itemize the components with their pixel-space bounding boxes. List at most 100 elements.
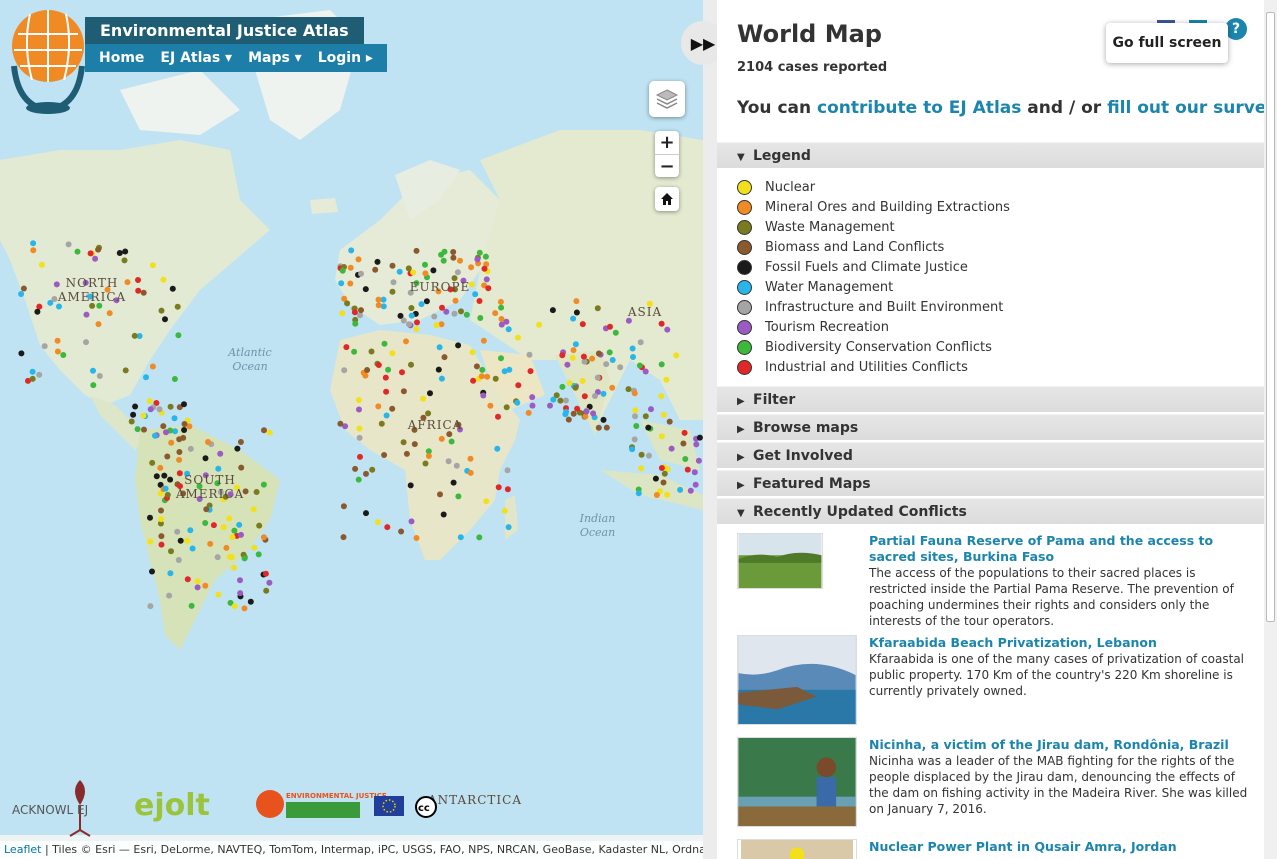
- conflict-marker[interactable]: [440, 257, 447, 264]
- conflict-marker[interactable]: [41, 343, 48, 350]
- conflict-marker[interactable]: [358, 307, 364, 314]
- conflict-title[interactable]: Nicinha, a victim of the Jirau dam, Rond…: [869, 737, 1252, 753]
- conflict-marker[interactable]: [427, 390, 433, 397]
- conflict-marker[interactable]: [344, 300, 351, 307]
- conflict-marker[interactable]: [408, 312, 415, 319]
- conflict-marker[interactable]: [238, 464, 245, 471]
- conflict-marker[interactable]: [549, 307, 556, 314]
- conflict-marker[interactable]: [441, 354, 448, 361]
- conflict-marker[interactable]: [636, 362, 643, 369]
- conflict-marker[interactable]: [658, 320, 665, 327]
- conflict-marker[interactable]: [450, 249, 457, 255]
- conflict-marker[interactable]: [515, 334, 521, 341]
- conflict-marker[interactable]: [658, 465, 665, 471]
- conflict-marker[interactable]: [147, 603, 154, 610]
- conflict-marker[interactable]: [455, 342, 462, 349]
- conflict-marker[interactable]: [536, 321, 543, 328]
- conflict-marker[interactable]: [559, 383, 566, 390]
- conflict-marker[interactable]: [229, 534, 236, 541]
- conflict-marker[interactable]: [56, 303, 62, 310]
- legend-item[interactable]: Nuclear: [737, 177, 815, 197]
- conflict-marker[interactable]: [454, 269, 461, 276]
- conflict-marker[interactable]: [664, 491, 671, 498]
- conflict-marker[interactable]: [181, 427, 188, 433]
- conflict-marker[interactable]: [223, 544, 230, 551]
- conflict-marker[interactable]: [565, 416, 572, 423]
- conflict-marker[interactable]: [480, 392, 487, 399]
- conflict-marker[interactable]: [134, 426, 141, 433]
- scrollbar-thumb[interactable]: [1266, 12, 1275, 622]
- conflict-marker[interactable]: [175, 557, 182, 563]
- conflict-marker[interactable]: [205, 439, 211, 445]
- conflict-marker[interactable]: [130, 411, 137, 418]
- conflict-marker[interactable]: [369, 466, 376, 473]
- conflict-marker[interactable]: [638, 451, 645, 458]
- conflict-marker[interactable]: [167, 570, 174, 577]
- conflict-marker[interactable]: [358, 270, 364, 277]
- conflict-marker[interactable]: [580, 353, 587, 360]
- conflict-marker[interactable]: [181, 421, 188, 427]
- conflict-marker[interactable]: [340, 503, 347, 510]
- conflict-marker[interactable]: [158, 516, 165, 523]
- conflict-marker[interactable]: [363, 510, 369, 517]
- conflict-marker[interactable]: [467, 455, 474, 462]
- conflict-marker[interactable]: [691, 469, 698, 476]
- conflict-marker[interactable]: [503, 318, 510, 325]
- conflict-marker[interactable]: [581, 393, 588, 400]
- conflict-marker[interactable]: [652, 475, 659, 482]
- conflict-marker[interactable]: [606, 349, 613, 356]
- conflict-marker[interactable]: [663, 376, 670, 383]
- conflict-marker[interactable]: [250, 506, 257, 513]
- conflict-marker[interactable]: [625, 386, 632, 393]
- conflict-marker[interactable]: [453, 462, 460, 469]
- conflict-marker[interactable]: [400, 388, 407, 395]
- conflict-marker[interactable]: [645, 424, 652, 431]
- conflict-marker[interactable]: [156, 406, 163, 413]
- nav-login[interactable]: Login ▸: [310, 50, 381, 66]
- conflict-marker[interactable]: [413, 535, 420, 541]
- conflict-marker[interactable]: [368, 348, 375, 355]
- conflict-marker[interactable]: [339, 267, 346, 274]
- conflict-marker[interactable]: [357, 453, 363, 460]
- contribute-link[interactable]: contribute to EJ Atlas: [817, 98, 1021, 118]
- conflict-marker[interactable]: [389, 262, 396, 269]
- conflict-marker[interactable]: [260, 481, 267, 488]
- conflict-marker[interactable]: [383, 412, 390, 419]
- help-icon[interactable]: ?: [1225, 18, 1247, 40]
- conflict-marker[interactable]: [422, 460, 429, 467]
- conflict-marker[interactable]: [595, 350, 602, 357]
- conflict-marker[interactable]: [261, 427, 267, 434]
- conflict-marker[interactable]: [231, 564, 238, 571]
- conflict-marker[interactable]: [529, 394, 536, 401]
- conflict-marker[interactable]: [403, 450, 410, 457]
- conflict-item[interactable]: Partial Fauna Reserve of Pama and the ac…: [737, 533, 1252, 633]
- conflict-marker[interactable]: [637, 339, 644, 346]
- conflict-marker[interactable]: [147, 514, 153, 521]
- conflict-marker[interactable]: [262, 570, 269, 577]
- conflict-marker[interactable]: [231, 603, 238, 610]
- conflict-marker[interactable]: [135, 277, 141, 283]
- conflict-marker[interactable]: [253, 489, 260, 495]
- conflict-marker[interactable]: [437, 491, 443, 498]
- section-recent-conflicts[interactable]: ▼ Recently Updated Conflicts: [717, 498, 1264, 524]
- conflict-marker[interactable]: [338, 280, 345, 287]
- conflict-marker[interactable]: [696, 434, 703, 441]
- legend-item[interactable]: Biodiversity Conservation Conflicts: [737, 337, 992, 357]
- conflict-marker[interactable]: [147, 406, 154, 413]
- conflict-marker[interactable]: [563, 408, 570, 415]
- conflict-marker[interactable]: [590, 410, 597, 417]
- conflict-marker[interactable]: [476, 534, 483, 541]
- conflict-marker[interactable]: [439, 304, 445, 311]
- conflict-marker[interactable]: [140, 412, 147, 419]
- conflict-marker[interactable]: [476, 298, 483, 304]
- conflict-marker[interactable]: [220, 524, 227, 531]
- globe-logo[interactable]: [8, 6, 88, 116]
- conflict-marker[interactable]: [514, 399, 521, 406]
- conflict-marker[interactable]: [92, 255, 99, 262]
- legend-item[interactable]: Infrastructure and Built Environment: [737, 297, 1003, 317]
- conflict-marker[interactable]: [214, 554, 221, 561]
- conflict-marker[interactable]: [207, 540, 214, 547]
- conflict-marker[interactable]: [171, 415, 178, 422]
- conflict-marker[interactable]: [226, 515, 233, 522]
- conflict-marker[interactable]: [389, 405, 396, 412]
